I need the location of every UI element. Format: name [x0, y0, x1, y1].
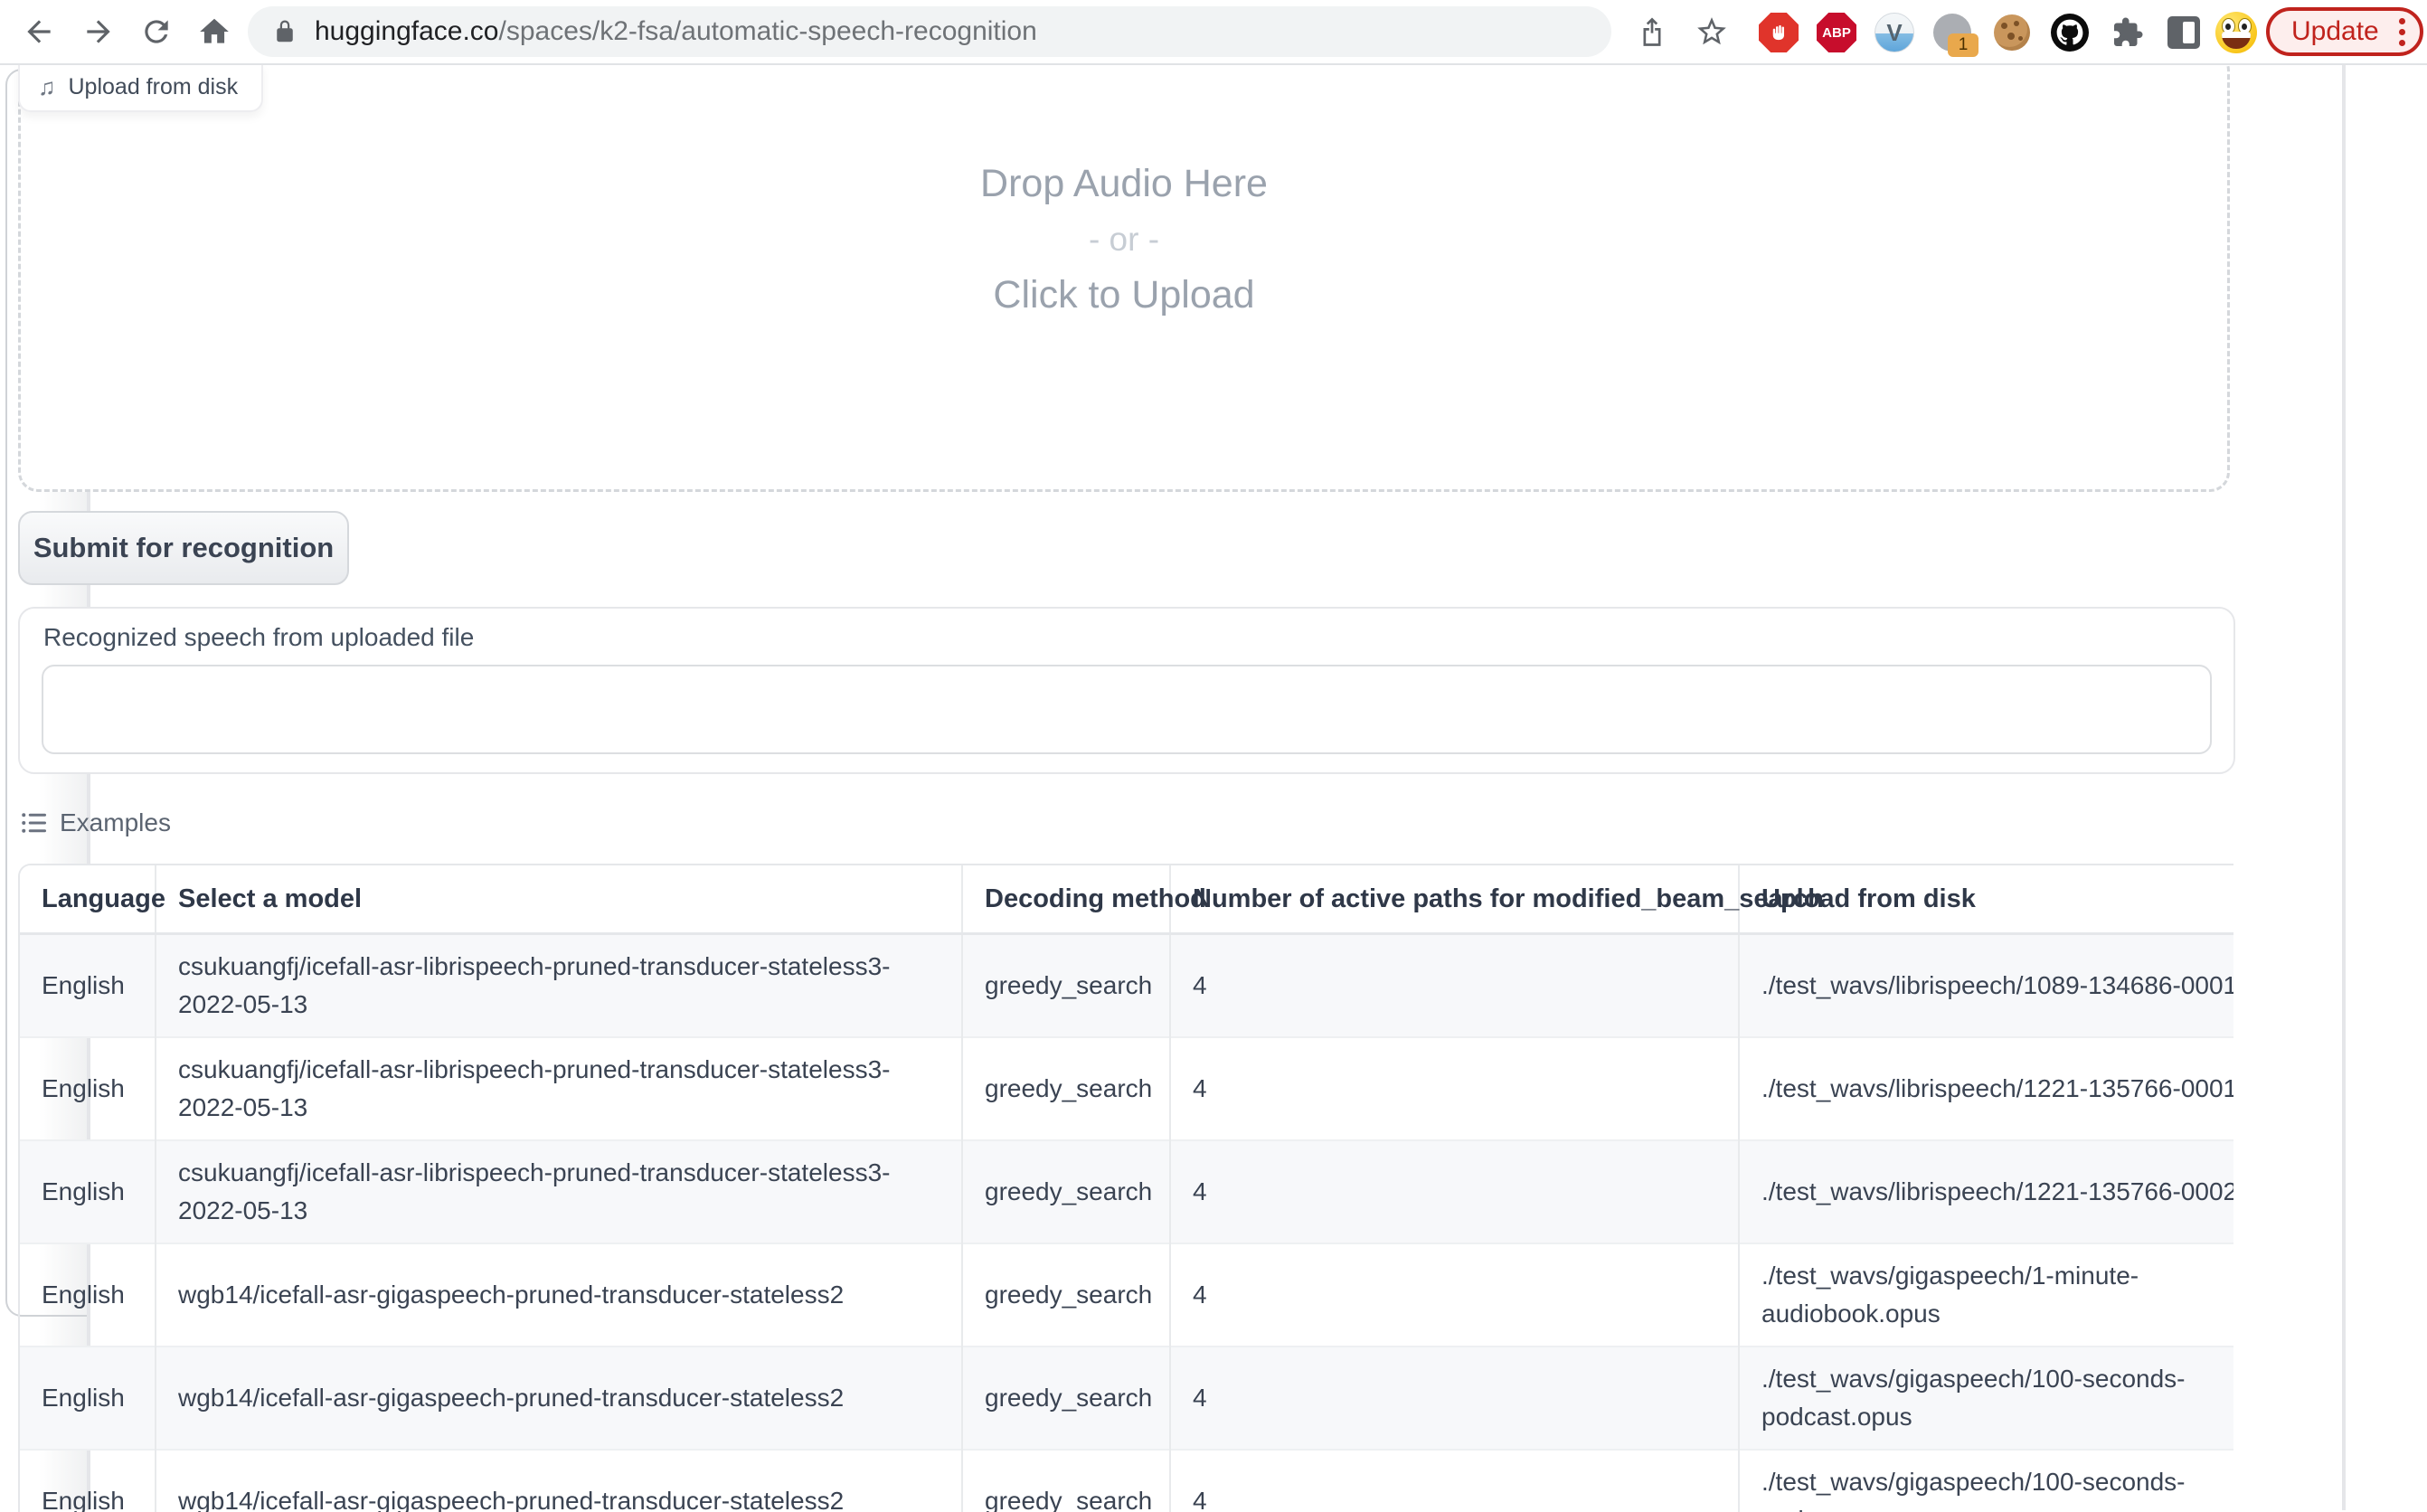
- abp-extension-icon[interactable]: ABP: [1816, 12, 1857, 53]
- drop-title: Drop Audio Here: [21, 162, 2227, 206]
- output-label: Recognized speech from uploaded file: [43, 623, 474, 652]
- example-row[interactable]: English csukuangfj/icefall-asr-librispee…: [20, 1140, 2233, 1243]
- sidebar-toggle-icon[interactable]: [2163, 12, 2205, 53]
- forward-icon[interactable]: [80, 13, 118, 51]
- recognized-speech-panel: Recognized speech from uploaded file: [18, 607, 2235, 774]
- examples-header: Examples: [20, 808, 171, 837]
- browser-menu-icon[interactable]: [2399, 18, 2405, 46]
- extension-badge: 1: [1948, 33, 1978, 57]
- drop-or: - or -: [21, 221, 2227, 259]
- submit-button[interactable]: Submit for recognition: [18, 511, 349, 585]
- puzzle-extensions-icon[interactable]: [2107, 12, 2148, 53]
- address-bar[interactable]: huggingface.co/spaces/k2-fsa/automatic-s…: [248, 6, 1611, 57]
- smiley-extension-icon[interactable]: [2215, 12, 2257, 53]
- github-extension-icon[interactable]: [2049, 12, 2091, 53]
- tab-upload-from-disk[interactable]: ♫ Upload from disk: [18, 63, 263, 112]
- ublock-extension-icon[interactable]: [1758, 12, 1799, 53]
- update-button[interactable]: Update: [2266, 7, 2423, 56]
- profile-extension-icon[interactable]: 1: [1931, 12, 1973, 53]
- col-model: Select a model: [156, 865, 962, 934]
- browser-toolbar: huggingface.co/spaces/k2-fsa/automatic-s…: [0, 0, 2427, 65]
- home-icon[interactable]: [195, 13, 233, 51]
- back-icon[interactable]: [20, 13, 58, 51]
- example-row[interactable]: English csukuangfj/icefall-asr-librispee…: [20, 934, 2233, 1038]
- cookie-extension-icon[interactable]: [1991, 12, 2033, 53]
- example-row[interactable]: English wgb14/icefall-asr-gigaspeech-pru…: [20, 1347, 2233, 1450]
- col-num-paths: Number of active paths for modified_beam…: [1170, 865, 1739, 934]
- tab-label: Upload from disk: [69, 74, 239, 100]
- col-decoding: Decoding method: [962, 865, 1170, 934]
- table-header-row: Language Select a model Decoding method …: [20, 865, 2233, 934]
- bookmark-star-icon[interactable]: [1693, 13, 1731, 51]
- lock-icon: [271, 18, 298, 45]
- share-icon[interactable]: [1633, 13, 1671, 51]
- music-note-icon: ♫: [38, 73, 56, 101]
- example-row[interactable]: English wgb14/icefall-asr-gigaspeech-pru…: [20, 1450, 2233, 1512]
- refresh-icon[interactable]: [137, 13, 175, 51]
- examples-table: Language Select a model Decoding method …: [18, 864, 2233, 1512]
- url-host: huggingface.co: [315, 16, 499, 47]
- page-content: Drop Audio Here - or - Click to Upload ♫…: [0, 63, 2427, 1510]
- col-language: Language: [20, 865, 156, 934]
- audio-dropzone[interactable]: Drop Audio Here - or - Click to Upload: [18, 51, 2230, 492]
- examples-label: Examples: [60, 808, 171, 837]
- update-label: Update: [2291, 16, 2379, 47]
- right-divider: [2342, 63, 2346, 1510]
- url-path: /spaces/k2-fsa/automatic-speech-recognit…: [499, 16, 1037, 47]
- example-row[interactable]: English wgb14/icefall-asr-gigaspeech-pru…: [20, 1243, 2233, 1347]
- list-icon: [20, 809, 47, 836]
- recognized-speech-textbox[interactable]: [42, 665, 2212, 754]
- drop-click-to-upload: Click to Upload: [21, 273, 2227, 317]
- dropzone-hint: Drop Audio Here - or - Click to Upload: [21, 162, 2227, 317]
- vimium-extension-icon[interactable]: V: [1874, 12, 1915, 53]
- example-row[interactable]: English csukuangfj/icefall-asr-librispee…: [20, 1037, 2233, 1140]
- col-upload: Upload from disk: [1739, 865, 2233, 934]
- avatar: 1: [1933, 14, 1971, 52]
